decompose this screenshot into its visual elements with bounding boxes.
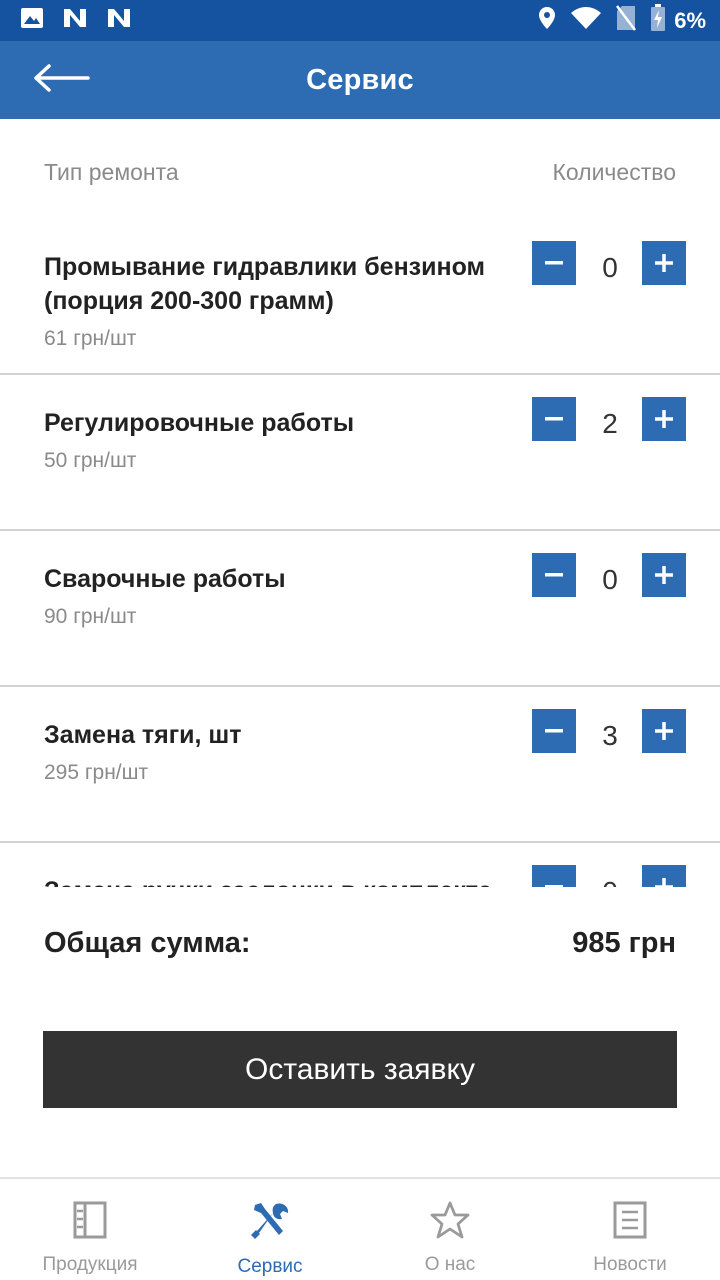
nav-item-service[interactable]: Сервис bbox=[180, 1179, 360, 1280]
wifi-icon bbox=[570, 6, 602, 35]
location-icon bbox=[538, 6, 556, 35]
increase-button[interactable] bbox=[642, 709, 686, 753]
news-icon bbox=[613, 1201, 647, 1244]
tools-icon bbox=[249, 1201, 291, 1246]
plus-icon bbox=[655, 878, 673, 887]
plus-icon bbox=[655, 566, 673, 584]
quantity-value: 2 bbox=[602, 408, 618, 439]
service-row: Замена тяги, шт 295 грн/шт 3 bbox=[0, 687, 720, 843]
page-title: Сервис bbox=[306, 63, 414, 96]
nav-label: Новости bbox=[593, 1254, 667, 1275]
service-price: 295 грн/шт bbox=[44, 761, 149, 784]
image-notification-icon bbox=[20, 7, 44, 34]
quantity-value: 0 bbox=[580, 876, 640, 887]
minus-icon bbox=[545, 261, 563, 265]
increase-button[interactable] bbox=[642, 865, 686, 887]
nav-label: Продукция bbox=[42, 1254, 138, 1275]
service-name: Регулировочные работы bbox=[44, 409, 355, 437]
n-notification-icon bbox=[106, 7, 132, 34]
status-bar: 6% bbox=[0, 0, 720, 41]
battery-icon bbox=[650, 4, 666, 37]
service-row: Сварочные работы 90 грн/шт 0 bbox=[0, 531, 720, 687]
total-label: Общая сумма: bbox=[44, 927, 251, 959]
arrow-left-icon bbox=[32, 63, 90, 98]
star-icon bbox=[430, 1201, 470, 1244]
service-price: 61 грн/шт bbox=[44, 327, 137, 350]
catalog-icon bbox=[73, 1201, 107, 1244]
service-list[interactable]: Промывание гидравлики бензином (порция 2… bbox=[0, 219, 720, 887]
service-name: Сварочные работы bbox=[44, 565, 286, 593]
increase-button[interactable] bbox=[642, 553, 686, 597]
minus-icon bbox=[545, 573, 563, 577]
order-summary: Общая сумма: 985 грн Оставить заявку bbox=[0, 887, 720, 1177]
increase-button[interactable] bbox=[642, 397, 686, 441]
minus-icon bbox=[545, 729, 563, 733]
service-row: Промывание гидравлики бензином (порция 2… bbox=[0, 219, 720, 375]
quantity-value: 0 bbox=[602, 564, 618, 595]
back-button[interactable] bbox=[30, 60, 92, 100]
nav-item-products[interactable]: Продукция bbox=[0, 1179, 180, 1280]
service-row: Замена ручки заслонки в комплекте 0 bbox=[0, 843, 720, 887]
bottom-navigation: Продукция Сервис О нас Новости bbox=[0, 1177, 720, 1280]
quantity-value: 0 bbox=[602, 252, 618, 283]
no-sim-icon bbox=[616, 5, 637, 36]
decrease-button[interactable] bbox=[532, 865, 576, 887]
nav-label: О нас bbox=[424, 1254, 476, 1275]
decrease-button[interactable] bbox=[532, 553, 576, 597]
service-price: 90 грн/шт bbox=[44, 605, 137, 628]
total-value: 985 грн bbox=[572, 927, 676, 959]
n-notification-icon bbox=[62, 7, 88, 34]
decrease-button[interactable] bbox=[532, 241, 576, 285]
nav-item-news[interactable]: Новости bbox=[540, 1179, 720, 1280]
service-name: Замена ручки заслонки в комплекте bbox=[44, 874, 514, 887]
increase-button[interactable] bbox=[642, 241, 686, 285]
list-header: Тип ремонта Количество bbox=[0, 119, 720, 219]
service-row: Регулировочные работы 50 грн/шт 2 bbox=[0, 375, 720, 531]
quantity-header: Количество bbox=[552, 159, 676, 185]
submit-request-button[interactable]: Оставить заявку bbox=[43, 1031, 677, 1108]
nav-item-about[interactable]: О нас bbox=[360, 1179, 540, 1280]
app-bar: Сервис bbox=[0, 41, 720, 119]
service-screen: 6% Сервис Тип ремонта Количество Промыва… bbox=[0, 0, 720, 1280]
decrease-button[interactable] bbox=[532, 397, 576, 441]
decrease-button[interactable] bbox=[532, 709, 576, 753]
battery-percent: 6% bbox=[674, 7, 706, 33]
quantity-value: 3 bbox=[602, 720, 618, 751]
plus-icon bbox=[655, 254, 673, 272]
nav-label: Сервис bbox=[237, 1256, 303, 1277]
plus-icon bbox=[655, 722, 673, 740]
service-name: Промывание гидравлики бензином (порция 2… bbox=[44, 253, 486, 315]
minus-icon bbox=[545, 417, 563, 421]
service-price: 50 грн/шт bbox=[44, 449, 137, 472]
service-name: Замена тяги, шт bbox=[44, 721, 242, 749]
plus-icon bbox=[655, 410, 673, 428]
repair-type-header: Тип ремонта bbox=[44, 159, 179, 185]
